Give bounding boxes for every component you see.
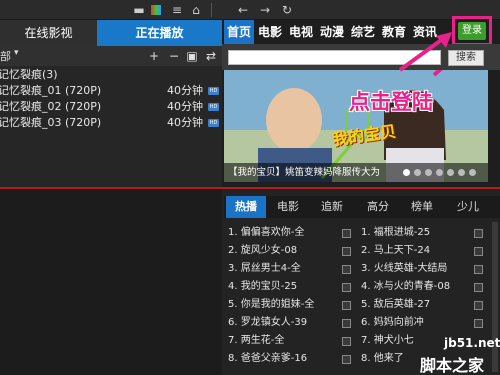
playlist-filter[interactable]: 部: [0, 48, 11, 64]
dropdown-arrow-icon[interactable]: ▾: [14, 48, 19, 58]
playlist-item[interactable]: 记忆裂痕_02 (720P) 40分钟 HD: [0, 99, 222, 115]
login-button[interactable]: 登录: [458, 22, 486, 40]
back-arrow-icon[interactable]: ←: [236, 3, 250, 17]
tab-kids[interactable]: 少儿: [448, 196, 488, 218]
playlist-toolbar: 部 ▾ + − ▣ ⇄: [0, 46, 222, 66]
refresh-icon[interactable]: ↻: [280, 3, 294, 17]
playlist-item[interactable]: 记忆裂痕_01 (720P) 40分钟 HD: [0, 83, 222, 99]
tv-icon[interactable]: [342, 229, 351, 238]
list-item[interactable]: 5. 敌后英雄-27: [361, 297, 465, 313]
nav-variety[interactable]: 综艺: [348, 20, 378, 44]
playlist-group-title: 记忆裂痕(3): [0, 68, 58, 81]
left-tabs: 在线影视 正在播放: [0, 20, 222, 46]
nav-movie[interactable]: 电影: [255, 20, 285, 44]
tv-icon[interactable]: [342, 301, 351, 310]
watermark-site: 脚本之家: [420, 356, 485, 375]
list-item[interactable]: 2. 旋风少女-08: [228, 243, 338, 259]
list-item[interactable]: 8. 他来了: [361, 351, 421, 367]
comment-icon[interactable]: ▬: [132, 3, 146, 17]
carousel-dot[interactable]: [436, 169, 443, 176]
settings-icon[interactable]: ⌂: [189, 3, 203, 17]
left-panel: 在线影视 正在播放 部 ▾ + − ▣ ⇄ 记忆裂痕(3) 记忆裂痕_01 (7…: [0, 20, 222, 188]
title-bar: ▬ ≡ ⌂ ← → ↻: [0, 0, 500, 20]
list-item[interactable]: 4. 冰与火的青春-08: [361, 279, 465, 295]
tv-icon[interactable]: [342, 283, 351, 292]
hd-badge: HD: [208, 103, 219, 111]
list-item[interactable]: 7. 神犬小七: [361, 333, 421, 349]
sort-icon[interactable]: ⇄: [204, 48, 218, 64]
list-item[interactable]: 1. 福根进城-25: [361, 225, 465, 241]
watermark-url: jb51.net: [444, 336, 500, 350]
carousel-dot[interactable]: [469, 169, 476, 176]
playlist-item-duration: 40分钟: [167, 116, 203, 129]
nav-anime[interactable]: 动漫: [317, 20, 347, 44]
carousel-dot-active[interactable]: [403, 169, 410, 176]
tv-icon[interactable]: [342, 247, 351, 256]
playlist-item-title: 记忆裂痕_01 (720P): [0, 84, 102, 97]
tab-rankings[interactable]: 榜单: [402, 196, 442, 218]
list-item[interactable]: 6. 罗龙镇女人-39: [228, 315, 338, 331]
tab-hot[interactable]: 热播: [226, 196, 266, 218]
playlist-item-duration: 40分钟: [167, 84, 203, 97]
login-callout: 点击登陆: [349, 90, 433, 114]
tab-online-video[interactable]: 在线影视: [0, 20, 97, 46]
tv-icon[interactable]: [342, 319, 351, 328]
banner-caption[interactable]: 【我的宝贝】姚笛变辣妈降服传大为: [228, 164, 403, 181]
tv-icon[interactable]: [342, 337, 351, 346]
tv-icon[interactable]: [474, 301, 483, 310]
playlist-group[interactable]: 记忆裂痕(3): [0, 67, 222, 83]
list-item[interactable]: 5. 你是我的姐妹-全: [228, 297, 338, 313]
list-item[interactable]: 6. 妈妈向前冲: [361, 315, 465, 331]
delete-icon[interactable]: ▣: [185, 48, 199, 64]
tv-icon[interactable]: [342, 355, 351, 364]
list-item[interactable]: 2. 马上天下-24: [361, 243, 465, 259]
add-icon[interactable]: +: [147, 48, 161, 64]
list-item[interactable]: 3. 火线英雄-大结局: [361, 261, 465, 277]
playlist-item-title: 记忆裂痕_03 (720P): [0, 116, 102, 129]
carousel-dot[interactable]: [447, 169, 454, 176]
carousel-dot[interactable]: [458, 169, 465, 176]
skin-icon[interactable]: [151, 5, 161, 15]
remove-icon[interactable]: −: [167, 48, 181, 64]
separator: [211, 3, 212, 17]
list-item[interactable]: 4. 我的宝贝-25: [228, 279, 338, 295]
tv-icon[interactable]: [474, 247, 483, 256]
nav-tv[interactable]: 电视: [286, 20, 316, 44]
menu-icon[interactable]: ≡: [170, 3, 184, 17]
tv-icon[interactable]: [474, 283, 483, 292]
hd-badge: HD: [208, 119, 219, 127]
list-item[interactable]: 7. 两生花-全: [228, 333, 338, 349]
carousel-dot[interactable]: [425, 169, 432, 176]
video-area[interactable]: [0, 189, 222, 375]
playlist-item[interactable]: 记忆裂痕_03 (720P) 40分钟 HD: [0, 115, 222, 131]
playlist-item-duration: 40分钟: [167, 100, 203, 113]
tab-movie[interactable]: 电影: [268, 196, 308, 218]
hd-badge: HD: [208, 87, 219, 95]
carousel-dot[interactable]: [414, 169, 421, 176]
tv-icon[interactable]: [474, 319, 483, 328]
tab-now-playing[interactable]: 正在播放: [97, 20, 222, 46]
list-item[interactable]: 3. 屌丝男士4-全: [228, 261, 338, 277]
arrow-pointer-icon: [398, 32, 452, 72]
tv-icon[interactable]: [342, 265, 351, 274]
list-item[interactable]: 8. 爸爸父亲爹-16: [228, 351, 338, 367]
tab-new[interactable]: 追新: [312, 196, 352, 218]
tab-top-rated[interactable]: 高分: [358, 196, 398, 218]
playlist-item-title: 记忆裂痕_02 (720P): [0, 100, 102, 113]
nav-home[interactable]: 首页: [224, 20, 254, 44]
forward-arrow-icon[interactable]: →: [258, 3, 272, 17]
tv-icon[interactable]: [474, 229, 483, 238]
hot-list-tabs: 热播 电影 追新 高分 榜单 少儿: [224, 196, 500, 218]
list-item[interactable]: 1. 偏偏喜欢你-全: [228, 225, 338, 241]
tv-icon[interactable]: [474, 265, 483, 274]
